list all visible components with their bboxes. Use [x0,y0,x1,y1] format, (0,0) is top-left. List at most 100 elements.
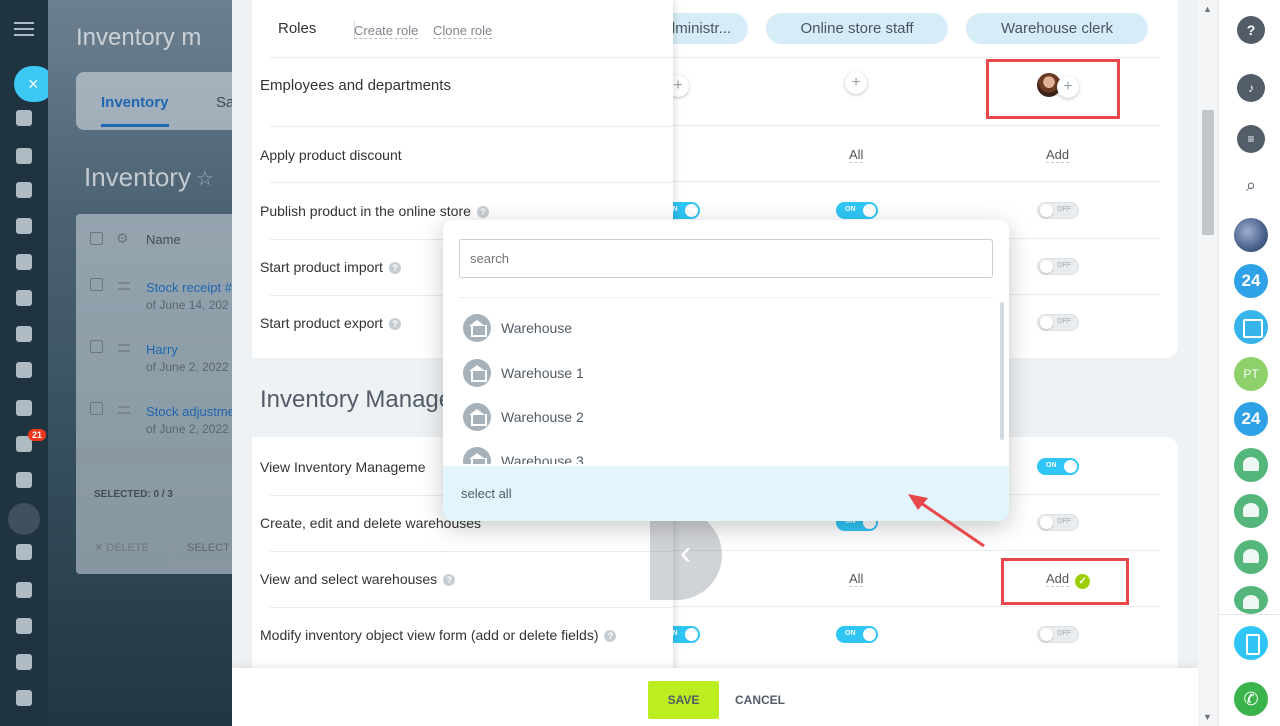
divider [270,182,673,183]
warehouse-item-label: Warehouse 3 [501,453,584,464]
gear-icon[interactable]: ⚙ [116,230,129,247]
warehouse-item-label: Warehouse [501,320,573,336]
calendar-icon[interactable] [1234,310,1268,344]
row-menu-icon[interactable] [118,406,130,414]
cart-icon[interactable] [8,503,40,535]
group-chat-icon[interactable] [1234,540,1268,574]
table-row-date: of June 14, 202 [146,298,229,312]
cancel-button[interactable]: CANCEL [735,681,785,719]
target-icon[interactable] [16,472,32,488]
select-button[interactable]: SELECT A [172,532,232,564]
row-menu-icon[interactable] [118,344,130,352]
permission-row-label: Modify inventory object view form (add o… [260,627,617,643]
group-chat-icon[interactable] [1234,586,1268,614]
star-icon[interactable]: ☆ [196,166,214,191]
help-icon[interactable]: ? [1237,16,1265,44]
avatar-initials[interactable]: PT [1234,357,1268,391]
permission-row-label: Start product import? [260,259,401,275]
row-menu-icon[interactable] [118,282,130,290]
warehouse-list: Warehouse Warehouse 1 Warehouse 2 Wareho… [463,314,983,464]
mail-icon[interactable] [16,362,32,378]
divider [270,551,673,552]
toggle-off[interactable]: OFF [1037,514,1079,531]
checklist-icon[interactable] [16,400,32,416]
tab-sales[interactable]: Sa [216,94,232,111]
permission-row-label: Start product export? [260,315,401,331]
help-icon[interactable]: ? [604,630,617,642]
help-icon[interactable]: ? [443,574,456,586]
b24-chat-icon[interactable]: 24 [1234,402,1268,436]
documents-icon[interactable] [16,218,32,234]
group-chat-icon[interactable] [1234,448,1268,482]
toggle-off[interactable]: OFF [1037,314,1079,331]
toggle-on[interactable]: ON [1037,458,1079,475]
popup-scrollbar[interactable] [1000,302,1004,440]
table-row-date: of June 2, 2022 [146,422,229,436]
warehouse-item-label: Warehouse 2 [501,409,584,425]
toggle-on[interactable]: ON [836,202,878,219]
background-page: Inventory m Inventory Sa Inventory ☆ ⚙ N… [48,0,232,726]
help-icon[interactable]: ? [476,206,489,218]
bg-section-title: Inventory [84,162,191,192]
box-icon[interactable] [16,582,32,598]
row-checkbox[interactable] [90,340,103,353]
row-checkbox[interactable] [90,402,103,415]
mobile-icon[interactable] [1234,626,1268,660]
table-row-title[interactable]: Stock receipt # [146,280,232,295]
bell-icon[interactable]: ♪ [1237,74,1265,102]
robot-icon[interactable] [16,254,32,270]
search-icon[interactable]: ⌕ [1237,171,1265,199]
toggle-on[interactable]: ON [836,626,878,643]
chat-icon[interactable]: ≡ [1237,125,1265,153]
permission-row-label: Publish product in the online store? [260,203,489,219]
building-icon[interactable] [16,690,32,706]
warehouse-icon [463,447,491,464]
tasks-icon[interactable] [16,110,32,126]
warehouse-icon [463,314,491,342]
scroll-thumb[interactable] [1202,110,1214,235]
help-icon[interactable]: ? [388,318,401,330]
main-scrollbar[interactable]: ▲ ▼ [1198,0,1218,726]
row-checkbox[interactable] [90,278,103,291]
phone-icon[interactable]: ✆ [1234,682,1268,716]
selected-counter: SELECTED: 0 / 3 [94,489,173,500]
column-header-name[interactable]: Name [146,232,181,247]
table-row-title[interactable]: Stock adjustme [146,404,232,419]
group-chat-icon[interactable] [1234,494,1268,528]
chat-icon[interactable] [16,148,32,164]
scroll-down-icon[interactable]: ▼ [1203,712,1212,722]
plus-icon[interactable]: + [845,72,867,94]
table-row-title[interactable]: Harry [146,342,178,357]
create-role-link[interactable]: Create role [354,23,419,39]
scroll-up-icon[interactable]: ▲ [1203,4,1212,14]
tab-inventory[interactable]: Inventory [101,94,169,127]
contacts-icon[interactable] [16,326,32,342]
clone-role-link[interactable]: Clone role [433,23,493,39]
access-all[interactable]: All [849,147,864,163]
bg-page-title: Inventory m [76,24,202,51]
calendar-icon[interactable] [16,182,32,198]
toggle-off[interactable]: OFF [1037,202,1079,219]
help-icon[interactable]: ? [388,262,401,274]
annotation-arrow [908,494,985,548]
delete-label: DELETE [106,542,150,554]
search-input[interactable] [459,239,993,278]
toggle-off[interactable]: OFF [1037,258,1079,275]
contact-card-icon[interactable] [16,544,32,560]
divider [459,297,993,298]
menu-burger-icon[interactable] [14,22,34,36]
select-all-checkbox[interactable] [90,232,103,245]
settings-sliders-icon[interactable] [16,654,32,670]
divider [1219,614,1280,615]
delete-button[interactable]: ✕ DELETE [94,541,149,554]
access-all[interactable]: All [849,571,864,587]
highlight-box [986,59,1120,119]
avatar[interactable] [1234,218,1268,252]
toggle-off[interactable]: OFF [1037,626,1079,643]
b24-chat-icon[interactable]: 24 [1234,264,1268,298]
save-button[interactable]: SAVE [648,681,719,719]
grid-horizontal-scrollbar[interactable] [76,449,232,463]
access-add[interactable]: Add [1046,147,1070,163]
film-icon[interactable] [16,618,32,634]
drive-icon[interactable] [16,290,32,306]
